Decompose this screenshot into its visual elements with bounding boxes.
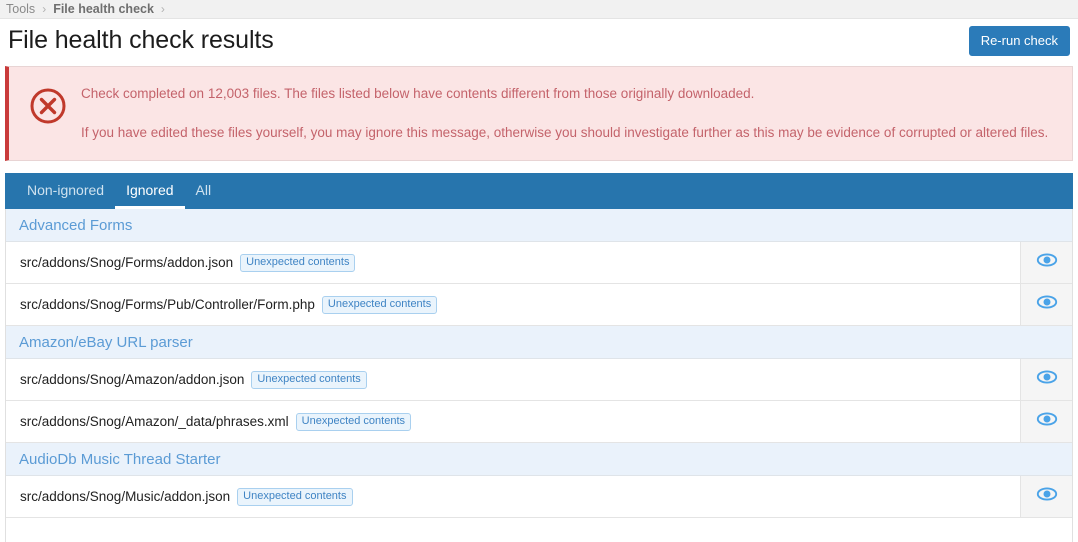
group-title-link[interactable]: Advanced Forms — [19, 217, 132, 234]
file-path: src/addons/Snog/Amazon/addon.json — [20, 372, 245, 387]
tab-ignored[interactable]: Ignored — [115, 173, 185, 209]
re-run-check-button[interactable]: Re-run check — [968, 25, 1070, 56]
file-path: src/addons/Snog/Music/addon.json — [20, 489, 231, 504]
error-alert: Check completed on 12,003 files. The fil… — [5, 66, 1073, 161]
breadcrumb-item-file-health-check[interactable]: File health check — [53, 2, 154, 16]
status-badge: Unexpected contents — [321, 295, 438, 314]
view-file-button[interactable] — [1020, 284, 1072, 325]
view-file-button[interactable] — [1020, 401, 1072, 442]
file-info-cell: src/addons/Snog/Forms/Pub/Controller/For… — [6, 284, 1020, 325]
file-row: src/addons/Snog/Music/addon.json Unexpect… — [6, 476, 1072, 518]
file-path: src/addons/Snog/Forms/addon.json — [20, 255, 234, 270]
file-row: src/addons/Snog/Forms/addon.json Unexpect… — [6, 242, 1072, 284]
view-file-button[interactable] — [1020, 476, 1072, 517]
eye-icon — [1036, 411, 1058, 432]
page-title: File health check results — [8, 26, 274, 54]
group-title-link[interactable]: AudioDb Music Thread Starter — [19, 451, 220, 468]
tab-non-ignored[interactable]: Non-ignored — [16, 173, 115, 209]
file-row: src/addons/Snog/Amazon/addon.json Unexpec… — [6, 359, 1072, 401]
group-header: Amazon/eBay URL parser — [6, 326, 1072, 359]
error-circle-x-icon — [29, 87, 67, 130]
file-path: src/addons/Snog/Forms/Pub/Controller/For… — [20, 297, 315, 312]
file-path: src/addons/Snog/Amazon/_data/phrases.xml — [20, 414, 289, 429]
group-header: AudioDb Music Thread Starter — [6, 443, 1072, 476]
file-row: src/addons/Snog/Amazon/_data/phrases.xml… — [6, 401, 1072, 443]
breadcrumb-item-tools[interactable]: Tools — [6, 2, 35, 16]
status-badge: Unexpected contents — [240, 253, 356, 272]
error-alert-body: Check completed on 12,003 files. The fil… — [81, 81, 1048, 142]
file-row: src/addons/Snog/Forms/Pub/Controller/For… — [6, 284, 1072, 326]
eye-icon — [1036, 252, 1058, 273]
error-alert-line-2: If you have edited these files yourself,… — [81, 124, 1049, 140]
results-tab-bar: Non-ignored Ignored All — [5, 173, 1073, 209]
error-alert-line-1: Check completed on 12,003 files. The fil… — [81, 86, 755, 101]
group-header: Advanced Forms — [6, 209, 1072, 242]
eye-icon — [1036, 294, 1058, 315]
view-file-button[interactable] — [1020, 242, 1072, 283]
file-info-cell: src/addons/Snog/Amazon/_data/phrases.xml… — [6, 401, 1020, 442]
file-info-cell: src/addons/Snog/Music/addon.json Unexpect… — [6, 476, 1020, 517]
breadcrumb-separator: › — [160, 2, 165, 16]
eye-icon — [1036, 369, 1058, 390]
eye-icon — [1036, 486, 1058, 507]
status-badge: Unexpected contents — [251, 370, 367, 389]
status-badge: Unexpected contents — [295, 412, 412, 431]
breadcrumb: Tools › File health check › — [0, 0, 1078, 19]
breadcrumb-separator: › — [42, 2, 47, 16]
tab-label: Ignored — [126, 181, 174, 198]
group-title-link[interactable]: Amazon/eBay URL parser — [19, 334, 193, 351]
status-badge: Unexpected contents — [237, 487, 353, 506]
page-header: File health check results Re-run check — [0, 19, 1078, 62]
file-health-check-page: Tools › File health check › File health … — [0, 0, 1078, 542]
tab-label: All — [195, 181, 212, 198]
tab-all[interactable]: All — [185, 173, 223, 209]
tab-label: Non-ignored — [27, 181, 105, 198]
view-file-button[interactable] — [1020, 359, 1072, 400]
file-info-cell: src/addons/Snog/Amazon/addon.json Unexpec… — [6, 359, 1020, 400]
file-info-cell: src/addons/Snog/Forms/addon.json Unexpect… — [6, 242, 1020, 283]
results-list: Advanced Forms src/addons/Snog/Forms/addo… — [5, 209, 1073, 542]
